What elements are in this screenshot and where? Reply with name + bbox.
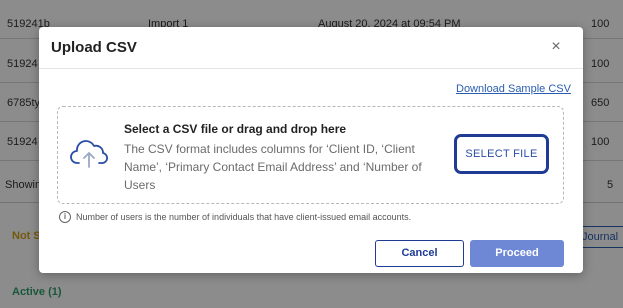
dropzone-description: The CSV format includes columns for ‘Cli… bbox=[124, 142, 422, 192]
cancel-button[interactable]: Cancel bbox=[375, 240, 464, 267]
close-icon[interactable]: × bbox=[547, 38, 565, 56]
select-file-button[interactable]: SELECT FILE bbox=[454, 134, 549, 174]
info-icon: i bbox=[59, 211, 71, 223]
dialog-title: Upload CSV bbox=[51, 39, 137, 56]
proceed-button[interactable]: Proceed bbox=[470, 240, 564, 267]
cloud-upload-icon bbox=[70, 140, 108, 168]
dropzone-title: Select a CSV file or drag and drop here bbox=[124, 122, 347, 136]
download-sample-csv-link[interactable]: Download Sample CSV bbox=[456, 83, 571, 95]
file-dropzone[interactable]: Select a CSV file or drag and drop here … bbox=[57, 106, 564, 204]
dialog-header: Upload CSV × bbox=[39, 27, 583, 69]
info-note-text: Number of users is the number of individ… bbox=[76, 212, 412, 222]
upload-csv-dialog: Upload CSV × Download Sample CSV Select … bbox=[39, 27, 583, 273]
